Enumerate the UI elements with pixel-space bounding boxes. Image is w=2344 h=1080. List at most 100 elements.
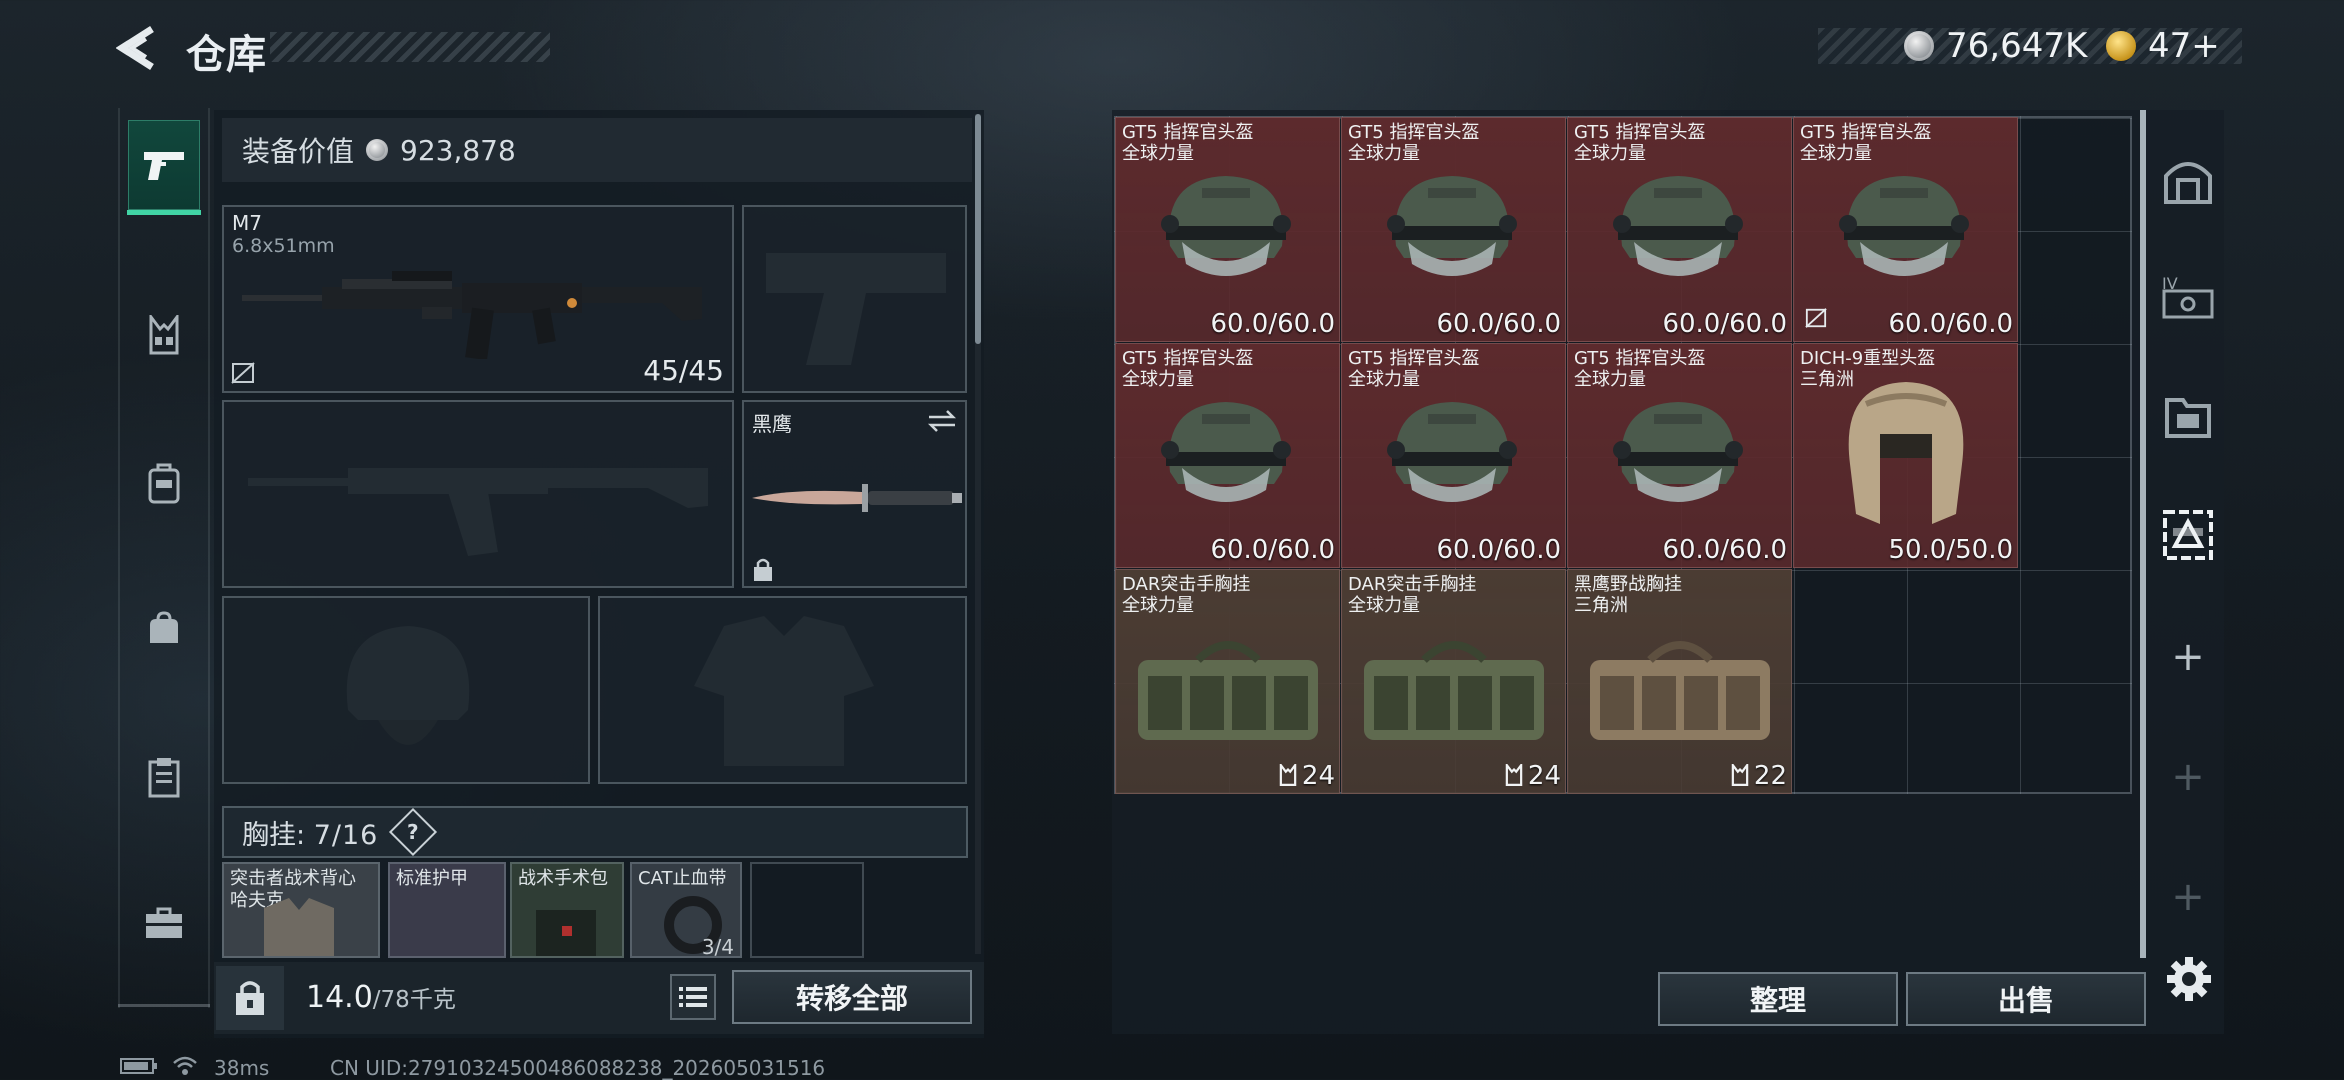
equipment-value-header: 装备价值 923,878	[222, 118, 972, 182]
rail-tab-weapons[interactable]	[127, 120, 201, 215]
currency-silver[interactable]: 76,647K	[1904, 26, 2087, 66]
rig-count: 7/16	[313, 819, 379, 851]
chest-rig-icon	[1590, 641, 1770, 740]
rail-tab-case[interactable]	[128, 878, 200, 968]
currency-gold[interactable]: 47+	[2106, 26, 2220, 66]
pistol-placeholder-icon	[766, 253, 946, 365]
pistol-slot[interactable]	[742, 205, 967, 393]
chest-rig-icon	[1279, 761, 1297, 786]
stash-item[interactable]: DICH-9重型头盔 三角洲 50.0/50.0	[1793, 343, 2018, 568]
stash-item[interactable]: GT5 指挥官头盔 全球力量 60.0/60.0	[1115, 343, 1340, 568]
primary-weapon-slot[interactable]: M7 6.8x51mm 45/45	[222, 205, 734, 393]
armor-slot[interactable]	[598, 596, 967, 784]
chest-rig-icon	[1364, 641, 1544, 740]
category-rail	[118, 108, 210, 1008]
equipment-value: 923,878	[400, 133, 516, 167]
helmet-slot[interactable]	[222, 596, 590, 784]
add-stash-tab-button[interactable]: +	[2150, 852, 2226, 942]
knife-icon	[752, 484, 962, 512]
rig-item-count: 3/4	[701, 935, 734, 958]
helmet-icon	[1613, 402, 1743, 502]
silver-amount: 76,647K	[1946, 26, 2088, 66]
helmet-icon	[1161, 402, 1291, 502]
carry-weight: 14.0/78千克	[306, 980, 456, 1015]
stash-scrollbar[interactable]	[2140, 110, 2146, 958]
helmet-icon	[1387, 176, 1517, 276]
stash-item[interactable]: GT5 指挥官头盔 全球力量 60.0/60.0	[1115, 117, 1340, 342]
stash-item[interactable]: GT5 指挥官头盔 全球力量 60.0/60.0	[1793, 117, 2018, 342]
ping-text: 38ms	[214, 1056, 270, 1080]
sell-button[interactable]: 出售	[1906, 972, 2146, 1026]
rig-item[interactable]: 标准护甲	[388, 862, 506, 958]
gold-coin-icon	[2106, 31, 2136, 61]
rail-tab-backpack[interactable]	[128, 438, 200, 528]
item-durability: 60.0/60.0	[1210, 535, 1335, 565]
side-tab-level-case[interactable]: IV	[2150, 250, 2226, 340]
stash-item[interactable]: GT5 指挥官头盔 全球力量 60.0/60.0	[1567, 343, 1792, 568]
briefcase-icon	[146, 907, 182, 938]
item-name: GT5 指挥官头盔 全球力量	[1348, 122, 1480, 164]
back-arrow-icon	[116, 26, 154, 70]
level-case-icon: IV	[2162, 274, 2214, 319]
rail-tab-chest-rig[interactable]	[128, 290, 200, 380]
help-icon[interactable]: ?	[389, 807, 438, 857]
item-name: DAR突击手胸挂 全球力量	[1348, 574, 1477, 616]
safe-box-button[interactable]	[216, 966, 284, 1030]
pistol-icon	[144, 152, 184, 180]
sort-button[interactable]: 整理	[1658, 972, 1898, 1026]
rig-item-name: 战术手术包	[518, 868, 608, 889]
secondary-weapon-slot[interactable]	[222, 400, 734, 588]
wifi-icon	[173, 1056, 197, 1075]
rig-item-name: CAT止血带	[638, 868, 727, 889]
stash-item[interactable]: GT5 指挥官头盔 全球力量 60.0/60.0	[1341, 117, 1566, 342]
transfer-all-button[interactable]: 转移全部	[732, 970, 972, 1024]
weapon-name: M7	[232, 211, 262, 235]
item-capacity: 24	[1504, 761, 1561, 791]
item-name: 黑鹰野战胸挂 三角洲	[1574, 574, 1682, 616]
rig-item[interactable]: 突击者战术背心 哈夫克	[222, 862, 380, 958]
backpack-icon	[148, 463, 180, 504]
add-stash-tab-button[interactable]: +	[2150, 732, 2226, 822]
rig-label: 胸挂: 7/16	[242, 819, 379, 851]
chest-rig-bar: 胸挂: 7/16 ?	[222, 806, 968, 858]
list-view-button[interactable]	[670, 974, 716, 1020]
gear-icon	[2167, 957, 2211, 1001]
item-durability: 60.0/60.0	[1436, 309, 1561, 339]
stash-item[interactable]: DAR突击手胸挂 全球力量 24	[1115, 569, 1340, 794]
settings-button[interactable]	[2162, 952, 2216, 1006]
stash-item[interactable]: DAR突击手胸挂 全球力量 24	[1341, 569, 1566, 794]
list-icon	[679, 987, 707, 1007]
weight-value: 14.0	[306, 980, 373, 1015]
rail-tab-supplies[interactable]	[128, 732, 200, 822]
equipment-value-label: 装备价值	[242, 135, 355, 168]
rig-item[interactable]: 战术手术包	[510, 862, 624, 958]
side-tab-folder-case[interactable]	[2150, 370, 2226, 460]
back-button[interactable]	[112, 20, 162, 76]
stash-item[interactable]: GT5 指挥官头盔 全球力量 60.0/60.0	[1341, 343, 1566, 568]
rig-empty-slot[interactable]	[750, 862, 864, 958]
melee-slot[interactable]: 黑鹰	[742, 400, 967, 588]
side-tab-safe-box[interactable]	[2150, 136, 2226, 226]
swap-icon[interactable]	[927, 408, 957, 434]
item-name: GT5 指挥官头盔 全球力量	[1574, 122, 1706, 164]
rig-item[interactable]: CAT止血带 3/4	[630, 862, 742, 958]
side-tab-stash[interactable]	[2150, 490, 2226, 580]
stash-item[interactable]: 黑鹰野战胸挂 三角洲 22	[1567, 569, 1792, 794]
add-stash-tab-button[interactable]: +	[2150, 612, 2226, 702]
silver-coin-icon	[1904, 31, 1934, 61]
lock-icon	[754, 558, 772, 581]
stash-item[interactable]: GT5 指挥官头盔 全球力量 60.0/60.0	[1567, 117, 1792, 342]
vest-icon	[264, 898, 334, 956]
item-capacity: 22	[1730, 761, 1787, 791]
folder-case-icon	[2165, 398, 2211, 438]
item-durability: 60.0/60.0	[1436, 535, 1561, 565]
weight-max: /78千克	[372, 987, 456, 1013]
rail-tab-pouch[interactable]	[128, 584, 200, 674]
no-insure-icon	[1804, 307, 1828, 333]
item-durability: 60.0/60.0	[1888, 309, 2013, 339]
no-insure-icon	[231, 362, 255, 384]
item-durability: 60.0/60.0	[1662, 535, 1787, 565]
gold-amount: 47+	[2148, 26, 2220, 66]
loadout-scrollbar[interactable]	[975, 114, 981, 344]
weapon-ammo-count: 45/45	[643, 354, 724, 387]
